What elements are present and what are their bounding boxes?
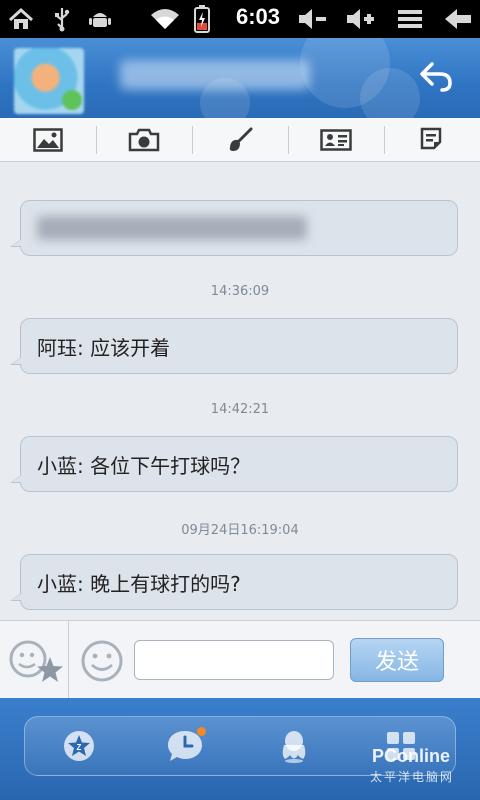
online-status-badge xyxy=(62,90,82,110)
menu-icon[interactable] xyxy=(394,5,426,33)
qzone-star-icon: Z xyxy=(63,731,94,761)
camera-button[interactable] xyxy=(96,118,192,161)
brush-icon xyxy=(229,127,253,151)
contact-name xyxy=(120,60,310,90)
svg-text:Z: Z xyxy=(76,743,81,752)
send-image-button[interactable] xyxy=(0,118,96,161)
message-bubble[interactable]: 阿珏: 应该开着 xyxy=(10,318,458,374)
send-button[interactable]: 发送 xyxy=(350,638,444,682)
wifi-icon xyxy=(148,5,182,33)
home-icon xyxy=(6,5,36,33)
favorite-emoticon-icon xyxy=(9,640,63,682)
watermark-logo: PConline 太平洋电脑网 xyxy=(366,728,476,798)
chat-message-list[interactable]: 14:36:09 阿珏: 应该开着 14:42:21 小蓝: 各位下午打球吗？ … xyxy=(0,162,480,620)
image-icon xyxy=(33,127,63,152)
watermark-brand: PConline xyxy=(372,746,451,766)
emoji-button[interactable] xyxy=(80,639,124,683)
watermark-sub: 太平洋电脑网 xyxy=(370,770,455,784)
message-text: 阿珏: 应该开着 xyxy=(37,335,171,360)
volume-up-icon[interactable] xyxy=(344,5,376,33)
return-arrow-icon xyxy=(420,62,452,92)
nav-contacts[interactable] xyxy=(240,717,348,775)
notes-icon xyxy=(420,127,442,149)
message-bubble[interactable]: 小蓝: 晚上有球打的吗? xyxy=(10,554,458,610)
camera-icon xyxy=(128,128,160,151)
smiley-icon xyxy=(81,640,123,682)
notification-dot xyxy=(196,727,206,736)
message-input-bar: 发送 xyxy=(0,620,480,699)
attachment-toolbar xyxy=(0,118,480,162)
qq-penguin-icon xyxy=(282,731,306,763)
message-bubble[interactable]: 小蓝: 各位下午打球吗？ xyxy=(10,436,458,492)
status-bar: 6:03 xyxy=(0,0,480,38)
message-input[interactable] xyxy=(134,640,334,680)
input-divider xyxy=(68,621,69,699)
notes-button[interactable] xyxy=(384,118,480,161)
message-timestamp: 09月24日16:19:04 xyxy=(181,523,299,538)
blurred-message-text xyxy=(37,216,307,240)
chat-header xyxy=(0,38,480,118)
return-button[interactable] xyxy=(416,56,456,96)
send-contact-card-button[interactable] xyxy=(288,118,384,161)
usb-icon xyxy=(50,5,74,33)
nav-qzone[interactable]: Z xyxy=(25,717,133,775)
status-time: 6:03 xyxy=(236,4,281,29)
volume-down-icon[interactable] xyxy=(296,5,328,33)
message-bubble[interactable] xyxy=(10,200,458,256)
message-text: 小蓝: 各位下午打球吗？ xyxy=(37,453,251,478)
message-text: 小蓝: 晚上有球打的吗? xyxy=(37,571,241,596)
doodle-button[interactable] xyxy=(192,118,288,161)
nav-recent[interactable] xyxy=(133,717,241,775)
favorite-emoticon-button[interactable] xyxy=(8,637,66,685)
back-arrow-icon[interactable] xyxy=(442,5,474,33)
contact-card-icon xyxy=(320,128,352,151)
header-bokeh xyxy=(360,68,420,118)
battery-charging-icon xyxy=(192,5,212,33)
message-timestamp: 14:42:21 xyxy=(210,402,270,417)
message-timestamp: 14:36:09 xyxy=(210,284,270,299)
android-debug-icon xyxy=(86,5,114,33)
